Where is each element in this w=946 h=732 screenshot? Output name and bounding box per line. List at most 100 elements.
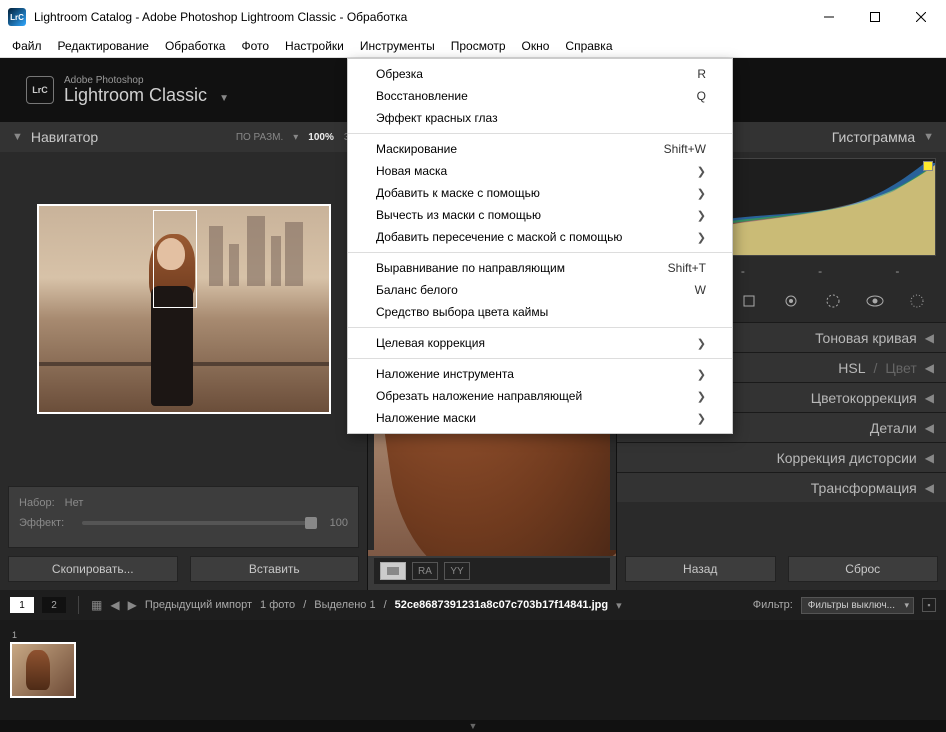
menu-tools[interactable]: Инструменты <box>352 36 443 56</box>
histogram-collapse-icon[interactable]: ▼ <box>923 131 934 143</box>
navigator-image <box>39 206 329 412</box>
preset-effect-slider[interactable] <box>82 521 311 525</box>
minimize-button[interactable] <box>806 0 852 34</box>
filter-dropdown[interactable]: Фильтры выключ... <box>801 597 914 614</box>
back-button[interactable]: Назад <box>625 556 776 582</box>
navigator-zoom[interactable]: 100% <box>308 132 334 143</box>
menu-fringe-color[interactable]: Средство выбора цвета каймы <box>348 301 732 323</box>
chevron-left-icon: ◀ <box>925 361 934 375</box>
heal-tool-icon[interactable] <box>780 290 802 312</box>
navigator-mode[interactable]: ПО РАЗМ. <box>236 132 283 143</box>
panel-lens-correction[interactable]: Коррекция дисторсии◀ <box>617 442 946 472</box>
submenu-arrow-icon: ❯ <box>697 412 706 425</box>
submenu-arrow-icon: ❯ <box>697 231 706 244</box>
second-display-button[interactable]: 2 <box>42 597 66 613</box>
exposure-slot-4: - <box>895 264 899 278</box>
window-title: Lightroom Catalog - Adobe Photoshop Ligh… <box>34 10 806 24</box>
nav-fwd-icon[interactable]: ▶ <box>128 598 137 612</box>
submenu-arrow-icon: ❯ <box>697 390 706 403</box>
navigator-collapse-icon[interactable]: ▼ <box>12 131 23 143</box>
navigator-header[interactable]: ▼ Навигатор ПО РАЗМ. ▾ 100% 30 <box>0 122 367 152</box>
left-panel: ▼ Навигатор ПО РАЗМ. ▾ 100% 30 <box>0 122 368 590</box>
exposure-slot-2: - <box>741 264 745 278</box>
brand-line2: Lightroom Classic▼ <box>64 86 229 106</box>
chevron-left-icon: ◀ <box>925 481 934 495</box>
submenu-arrow-icon: ❯ <box>697 209 706 222</box>
menu-subtract-from-mask[interactable]: Вычесть из маски с помощью❯ <box>348 204 732 226</box>
menu-view[interactable]: Просмотр <box>443 36 514 56</box>
filmstrip-count: 1 фото <box>260 599 295 611</box>
navigator-preview[interactable] <box>0 152 367 486</box>
menu-tool-overlay[interactable]: Наложение инструмента❯ <box>348 363 732 385</box>
menu-white-balance[interactable]: Баланс белогоW <box>348 279 732 301</box>
menu-photo[interactable]: Фото <box>233 36 277 56</box>
submenu-arrow-icon: ❯ <box>697 337 706 350</box>
menu-target-adjustment[interactable]: Целевая коррекция❯ <box>348 332 732 354</box>
preset-panel: Набор: Нет Эффект: 100 <box>8 486 359 548</box>
filmstrip-header: 1 2 ▦ ◀ ▶ Предыдущий импорт 1 фото / Выд… <box>0 590 946 620</box>
paste-settings-button[interactable]: Вставить <box>190 556 360 582</box>
menu-settings[interactable]: Настройки <box>277 36 352 56</box>
nav-back-icon[interactable]: ◀ <box>110 598 119 612</box>
redeye-tool-icon[interactable] <box>864 290 886 312</box>
menu-mask-overlay[interactable]: Наложение маски❯ <box>348 407 732 429</box>
menubar: Файл Редактирование Обработка Фото Настр… <box>0 34 946 58</box>
maximize-button[interactable] <box>852 0 898 34</box>
menu-masking[interactable]: МаскированиеShift+W <box>348 138 732 160</box>
menu-new-mask[interactable]: Новая маска❯ <box>348 160 732 182</box>
menu-help[interactable]: Справка <box>557 36 620 56</box>
radial-tool-icon[interactable] <box>906 290 928 312</box>
menu-heal[interactable]: ВосстановлениеQ <box>348 85 732 107</box>
chevron-left-icon: ◀ <box>925 331 934 345</box>
navigator-title: Навигатор <box>31 129 98 145</box>
submenu-arrow-icon: ❯ <box>697 187 706 200</box>
filmstrip-thumb-1[interactable] <box>10 642 76 698</box>
preset-effect-value: 100 <box>330 517 348 529</box>
filter-label: Фильтр: <box>753 599 793 611</box>
chevron-left-icon: ◀ <box>925 391 934 405</box>
menu-develop[interactable]: Обработка <box>157 36 234 56</box>
submenu-arrow-icon: ❯ <box>697 165 706 178</box>
menu-guided-upright[interactable]: Выравнивание по направляющимShift+T <box>348 257 732 279</box>
submenu-arrow-icon: ❯ <box>697 368 706 381</box>
menu-file[interactable]: Файл <box>4 36 50 56</box>
view-loupe-button[interactable] <box>380 562 406 580</box>
menu-add-to-mask[interactable]: Добавить к маске с помощью❯ <box>348 182 732 204</box>
navigator-viewport-rect[interactable] <box>153 210 197 308</box>
branding: Adobe Photoshop Lightroom Classic▼ <box>64 75 229 106</box>
preset-set-value[interactable]: Нет <box>65 497 84 509</box>
menu-redeye[interactable]: Эффект красных глаз <box>348 107 732 129</box>
filmstrip[interactable] <box>0 620 946 720</box>
view-before-after-lr-button[interactable]: RA <box>412 562 438 580</box>
mask-tool-icon[interactable] <box>822 290 844 312</box>
preset-set-label: Набор: <box>19 497 55 509</box>
menu-edit[interactable]: Редактирование <box>50 36 157 56</box>
reset-button[interactable]: Сброс <box>788 556 939 582</box>
tools-dropdown: ОбрезкаR ВосстановлениеQ Эффект красных … <box>347 58 733 434</box>
menu-intersect-mask[interactable]: Добавить пересечение с маской с помощью❯ <box>348 226 732 248</box>
filmstrip-filename: 52ce8687391231a8c07c703b17f14841.jpg <box>395 599 608 611</box>
filter-lock-icon[interactable]: ▪ <box>922 598 936 612</box>
filmstrip-collapse-icon[interactable]: ▼ <box>0 720 946 732</box>
copy-settings-button[interactable]: Скопировать... <box>8 556 178 582</box>
grid-view-icon[interactable]: ▦ <box>91 598 102 612</box>
menu-crop[interactable]: ОбрезкаR <box>348 63 732 85</box>
close-button[interactable] <box>898 0 944 34</box>
chevron-left-icon: ◀ <box>925 451 934 465</box>
view-before-after-tb-button[interactable]: YY <box>444 562 470 580</box>
crop-tool-icon[interactable] <box>738 290 760 312</box>
app-icon: LrC <box>8 8 26 26</box>
main-display-button[interactable]: 1 <box>10 597 34 613</box>
menu-crop-guide-overlay[interactable]: Обрезать наложение направляющей❯ <box>348 385 732 407</box>
highlight-clipping-icon[interactable] <box>923 161 933 171</box>
brand-caret-icon[interactable]: ▼ <box>219 93 229 104</box>
slider-knob-icon[interactable] <box>305 517 317 529</box>
panel-transform[interactable]: Трансформация◀ <box>617 472 946 502</box>
chevron-left-icon: ◀ <box>925 421 934 435</box>
titlebar: LrC Lightroom Catalog - Adobe Photoshop … <box>0 0 946 34</box>
preset-effect-label: Эффект: <box>19 517 64 529</box>
menu-window[interactable]: Окно <box>514 36 558 56</box>
center-toolbar: RA YY <box>374 558 610 584</box>
lr-badge-icon: LrC <box>26 76 54 104</box>
filmstrip-source[interactable]: Предыдущий импорт <box>145 599 252 611</box>
